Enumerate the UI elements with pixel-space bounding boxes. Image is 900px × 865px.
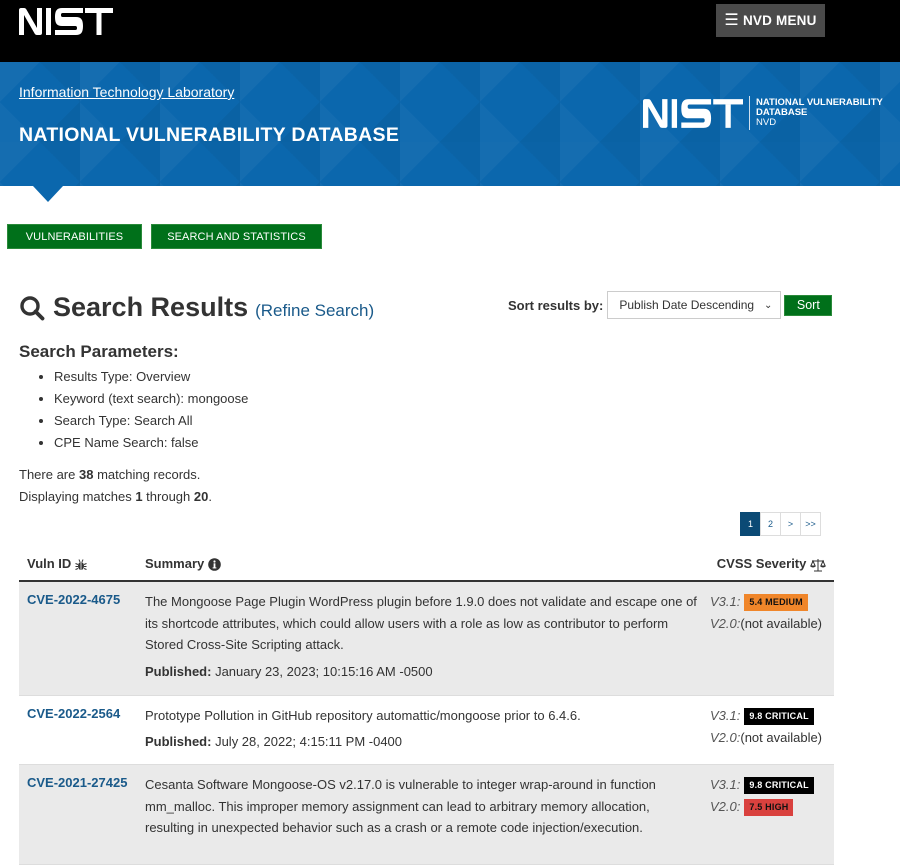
search-parameters-list: Results Type: Overview Keyword (text sea… bbox=[40, 366, 248, 454]
disp-to: 20 bbox=[193, 489, 209, 504]
param-item: Keyword (text search): mongoose bbox=[54, 388, 248, 410]
published-label: Published: bbox=[145, 734, 212, 749]
page-title: Search Results bbox=[53, 292, 249, 322]
disp-through: through bbox=[142, 489, 194, 504]
count-suffix: matching records. bbox=[93, 467, 201, 482]
count-prefix: There are bbox=[19, 467, 79, 482]
search-icon bbox=[20, 295, 45, 320]
pagination: 1 2 > >> bbox=[740, 512, 821, 536]
severity-badge-v20[interactable]: 7.5 HIGH bbox=[744, 799, 794, 817]
disp-from: 1 bbox=[135, 489, 143, 504]
results-table: Vuln ID Summary CVSS Severity CVE-2022-4… bbox=[19, 545, 834, 865]
param-item: Results Type: Overview bbox=[54, 366, 248, 388]
header-vuln-id: Vuln ID bbox=[27, 556, 87, 571]
v31-label: V3.1: bbox=[710, 594, 741, 609]
sort-select[interactable]: Publish Date Descending ⌄ bbox=[607, 291, 782, 319]
v20-label: V2.0: bbox=[710, 730, 741, 745]
banner-caret bbox=[33, 186, 63, 202]
displaying-text: Displaying matches 1 through 20. bbox=[19, 486, 212, 508]
header-summary: Summary bbox=[145, 556, 221, 571]
page-next[interactable]: > bbox=[780, 512, 801, 536]
severity-cell: V3.1: 9.8 CRITICAL V2.0: 7.5 HIGH bbox=[710, 774, 814, 818]
nvd-menu-button[interactable]: ☰ NVD MENU bbox=[716, 4, 825, 37]
count-total: 38 bbox=[78, 467, 94, 482]
page-last[interactable]: >> bbox=[800, 512, 821, 536]
result-count: There are 38 matching records. Displayin… bbox=[19, 464, 212, 508]
page-heading: Search Results (Refine Search) bbox=[19, 292, 374, 323]
nist-logo-banner bbox=[643, 98, 743, 128]
hamburger-icon: ☰ bbox=[724, 11, 739, 29]
itl-link[interactable]: Information Technology Laboratory bbox=[19, 84, 234, 100]
v20-value: (not available) bbox=[740, 730, 823, 745]
nvd-menu-label: NVD MENU bbox=[742, 13, 817, 28]
header-vuln-id-label: Vuln ID bbox=[27, 556, 72, 571]
site-banner: Information Technology Laboratory NATION… bbox=[0, 62, 900, 186]
matching-records-text: There are 38 matching records. bbox=[19, 464, 212, 486]
table-row: CVE-2022-2564 Prototype Pollution in Git… bbox=[19, 696, 834, 765]
published-value: January 23, 2023; 10:15:16 AM -0500 bbox=[215, 664, 433, 679]
param-item: CPE Name Search: false bbox=[54, 432, 248, 454]
sort-selected-value: Publish Date Descending bbox=[619, 298, 755, 312]
severity-badge-v31[interactable]: 5.4 MEDIUM bbox=[744, 594, 808, 612]
nav-vulnerabilities[interactable]: VULNERABILITIES bbox=[7, 224, 142, 249]
table-row: CVE-2022-4675 The Mongoose Page Plugin W… bbox=[19, 582, 834, 696]
lockup-line-3: NVD bbox=[756, 117, 777, 128]
chevron-down-icon: ⌄ bbox=[763, 299, 773, 311]
header-severity: CVSS Severity bbox=[717, 556, 826, 572]
vuln-summary: Cesanta Software Mongoose-OS v2.17.0 is … bbox=[145, 777, 656, 835]
sort-controls: Sort results by: Publish Date Descending… bbox=[508, 291, 833, 319]
published-date: Published: January 23, 2023; 10:15:16 AM… bbox=[145, 664, 433, 679]
param-item: Search Type: Search All bbox=[54, 410, 248, 432]
v31-label: V3.1: bbox=[710, 777, 741, 792]
sort-label: Sort results by: bbox=[508, 297, 604, 313]
severity-badge-v31[interactable]: 9.8 CRITICAL bbox=[744, 777, 814, 795]
disp-prefix: Displaying matches bbox=[19, 489, 136, 504]
balance-scale-icon bbox=[810, 558, 826, 572]
v31-label: V3.1: bbox=[710, 708, 741, 723]
site-title[interactable]: NATIONAL VULNERABILITY DATABASE bbox=[19, 124, 399, 147]
refine-search-link[interactable]: (Refine Search) bbox=[255, 301, 374, 321]
published-value: July 28, 2022; 4:15:11 PM -0400 bbox=[215, 734, 403, 749]
nist-logo[interactable] bbox=[19, 8, 113, 35]
published-date: Published: July 28, 2022; 4:15:11 PM -04… bbox=[145, 734, 402, 749]
vuln-id-link[interactable]: CVE-2022-2564 bbox=[27, 706, 120, 721]
vuln-id-link[interactable]: CVE-2021-27425 bbox=[27, 775, 127, 790]
table-header: Vuln ID Summary CVSS Severity bbox=[19, 545, 834, 582]
info-icon[interactable] bbox=[208, 558, 221, 571]
header-severity-label: CVSS Severity bbox=[716, 556, 807, 571]
nvd-logo[interactable]: NATIONAL VULNERABILITY DATABASE NVD bbox=[643, 96, 883, 130]
published-label: Published: bbox=[145, 664, 212, 679]
page-2[interactable]: 2 bbox=[760, 512, 781, 536]
vuln-summary: The Mongoose Page Plugin WordPress plugi… bbox=[145, 594, 697, 652]
table-row: CVE-2021-27425 Cesanta Software Mongoose… bbox=[19, 765, 834, 865]
v20-value: (not available) bbox=[740, 616, 823, 631]
v20-label: V2.0: bbox=[710, 616, 741, 631]
bug-icon bbox=[75, 558, 87, 570]
page-1[interactable]: 1 bbox=[740, 512, 761, 536]
nvd-lockup: NATIONAL VULNERABILITY DATABASE NVD bbox=[749, 96, 883, 130]
v20-label: V2.0: bbox=[710, 799, 741, 814]
disp-end: . bbox=[208, 489, 212, 504]
vuln-summary: Prototype Pollution in GitHub repository… bbox=[145, 708, 581, 723]
top-bar: ☰ NVD MENU bbox=[0, 0, 900, 62]
nav-search-and-statistics[interactable]: SEARCH AND STATISTICS bbox=[151, 224, 322, 249]
severity-cell: V3.1: 5.4 MEDIUM V2.0:(not available) bbox=[710, 591, 822, 635]
severity-badge-v31[interactable]: 9.8 CRITICAL bbox=[744, 708, 814, 726]
severity-cell: V3.1: 9.8 CRITICAL V2.0:(not available) bbox=[710, 705, 822, 749]
header-summary-label: Summary bbox=[145, 556, 205, 571]
vuln-id-link[interactable]: CVE-2022-4675 bbox=[27, 592, 120, 607]
sort-button[interactable]: Sort bbox=[784, 294, 833, 316]
search-parameters-title: Search Parameters: bbox=[19, 342, 179, 361]
